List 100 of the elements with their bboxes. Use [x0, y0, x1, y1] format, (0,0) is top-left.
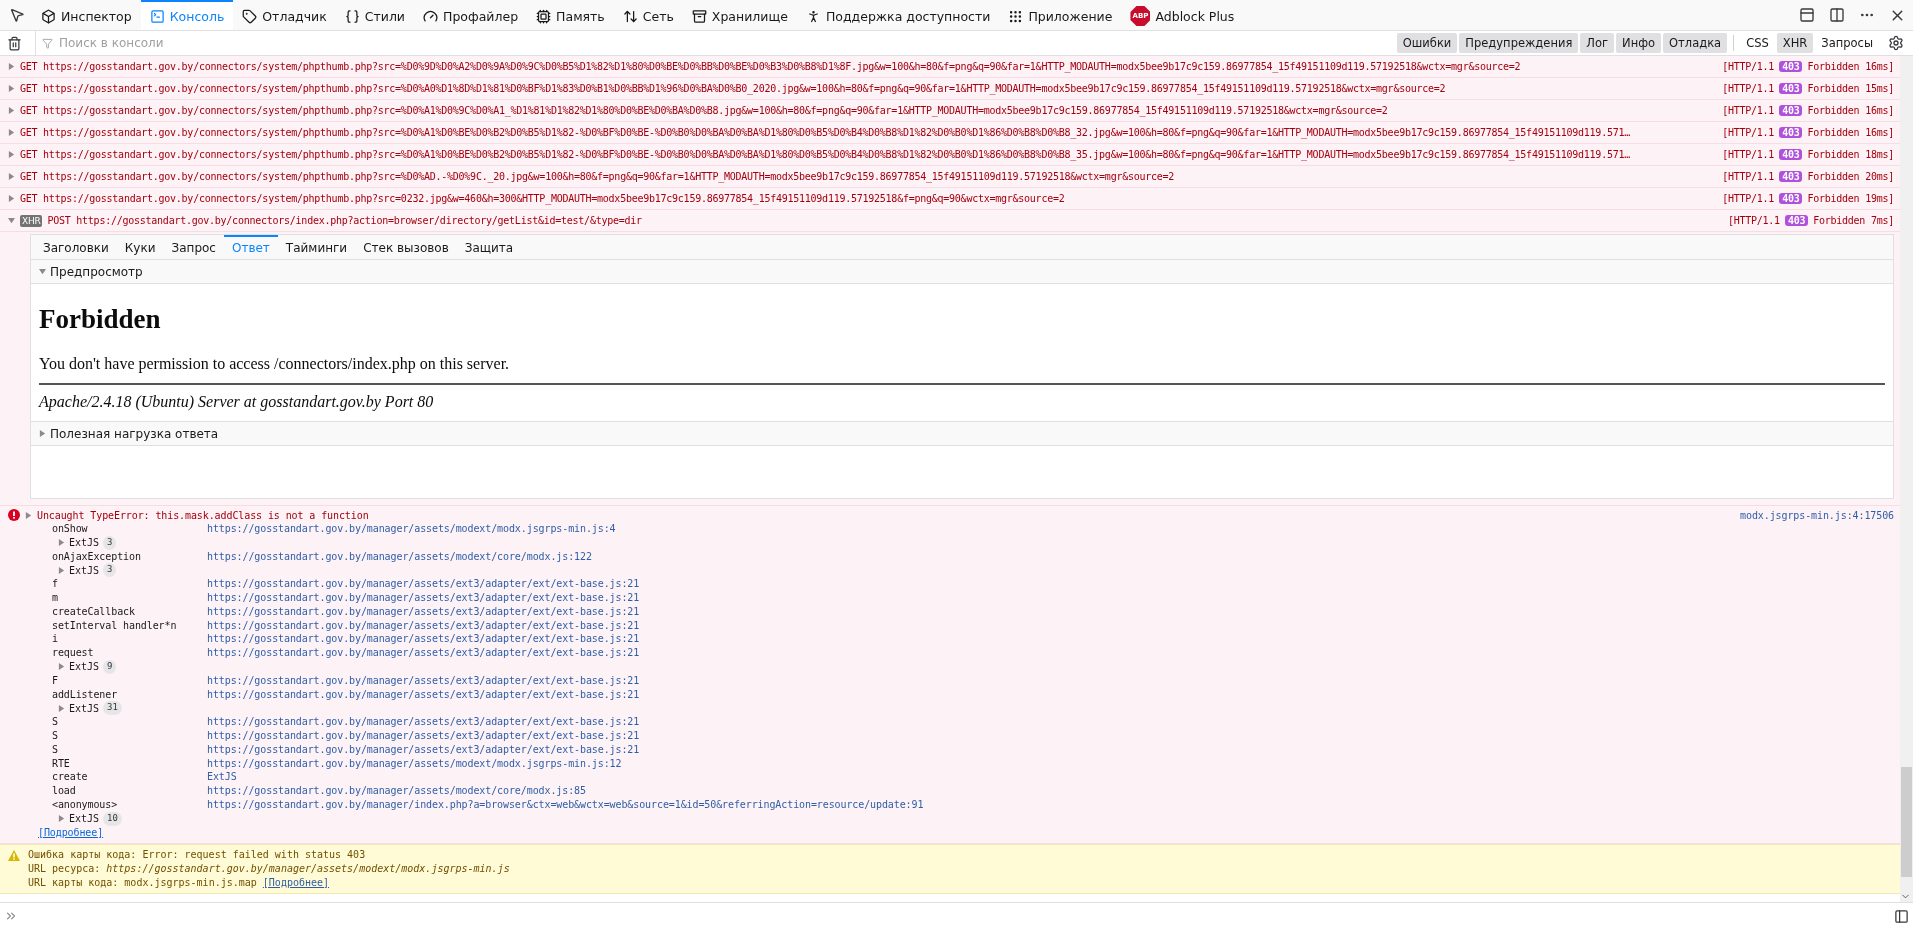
more-link[interactable]: [Подробнее] — [262, 876, 330, 888]
details-tab[interactable]: Защита — [456, 235, 522, 259]
level-filter-button[interactable]: Лог — [1580, 33, 1615, 53]
editor-mode-icon[interactable] — [1894, 908, 1909, 924]
network-request-row[interactable] — [0, 166, 1900, 188]
network-request-row[interactable]: XHR POST https://gosstandart.gov.by/connectors/index.php?action=browser/directory/getList&id=test/&type=dir [HTTP/1.1 403 Forbidden 7ms] — [0, 210, 1900, 232]
level-filter-button[interactable]: Инфо — [1616, 33, 1662, 53]
frame-location-link[interactable]: https://gosstandart.gov.by/manager/assets/ext3/adapter/ext/ext-base.js:21 — [207, 578, 640, 590]
frame-group-toggle[interactable]: ExtJS — [69, 661, 100, 673]
frame-location-link[interactable]: https://gosstandart.gov.by/manager/index.php?a=browser&ctx=web&wctx=web&source=1&id=50&referringAction=resource/update:91 — [207, 798, 924, 810]
trash-icon[interactable] — [7, 35, 22, 51]
devtools-tab[interactable]: Инспектор — [32, 0, 141, 30]
scrollbar[interactable] — [1900, 56, 1913, 902]
network-request-row[interactable] — [0, 122, 1900, 144]
devtools-tab[interactable]: Стили — [335, 0, 414, 30]
columns-icon[interactable] — [1829, 7, 1845, 23]
section-header[interactable]: Предпросмотр — [31, 260, 1893, 284]
frame-location-link[interactable]: https://gosstandart.gov.by/manager/assets/ext3/adapter/ext/ext-base.js:21 — [207, 688, 640, 700]
level-filter-button[interactable]: Отладка — [1663, 33, 1728, 53]
disclosure-triangle-icon[interactable] — [58, 815, 65, 823]
details-tab[interactable]: Запрос — [163, 235, 224, 259]
disclosure-triangle-icon[interactable] — [58, 704, 65, 712]
frame-location-link[interactable]: https://gosstandart.gov.by/manager/assets/modext/core/modx.js:85 — [207, 785, 586, 797]
request-text: GET https://gosstandart.gov.by/connectors/system/phpthumb.php?src=%D0%A1%D0%BE%D0%B2%D0%B5%D1%82-%D0%BF%D0%BE-%D0%B0%D0%BA%D0%BA%D1%80%D0%B5%D0%B4%D0%B8%D1%82%D0%B0%D1%86%D0%B8%D0%B8_32.jpg&w=100&h=80&f=png&q=90&far=1&HTTP_MODAUTH=modx5bee9b17c9c159.86977854_15f49151109d119.571… — [20, 127, 1631, 138]
disclosure-triangle-icon[interactable] — [8, 195, 15, 202]
source-link[interactable]: modx.jsgrps-min.js:4:17506 — [1740, 509, 1894, 521]
function-name: f — [52, 577, 59, 591]
frame-location-link[interactable]: https://gosstandart.gov.by/manager/assets/modext/core/modx.js:122 — [207, 550, 592, 562]
function-name: S — [52, 742, 59, 757]
disclosure-triangle-icon[interactable] — [8, 129, 15, 136]
level-filter-button[interactable]: Предупреждения — [1459, 33, 1579, 53]
braces-icon — [344, 8, 360, 24]
frame-location-link[interactable]: https://gosstandart.gov.by/manager/assets/ext3/adapter/ext/ext-base.js:21 — [207, 592, 640, 603]
request-text: GET https://gosstandart.gov.by/connectors/system/phpthumb.php?src=%D0%A1%D0%9C%D0%A1_%D1%81%D1%82%D1%80%D0%BE%D0%BA%D0%B8.jpg&w=100&h=80&f=png&q=90&far=1&HTTP_MODAUTH=modx5bee9b17c9c159.86977854_15f49151109d119.57192518&wctx=mgr&source=2 — [20, 105, 1389, 116]
details-tab[interactable]: Заголовки — [35, 235, 117, 259]
devtools-tab[interactable]: Сеть — [613, 0, 683, 30]
devtools-tab[interactable]: Отладчик — [233, 0, 336, 30]
request-text: POST https://gosstandart.gov.by/connectors/index.php?action=browser/directory/getList&id=test/&type=dir — [47, 215, 643, 226]
frame-location-link[interactable]: https://gosstandart.gov.by/manager/assets/modext/modx.jsgrps-min.js:4 — [207, 523, 616, 534]
request-filter-button[interactable]: Запросы — [1815, 33, 1879, 53]
disclosure-triangle-icon[interactable] — [39, 268, 46, 275]
disclosure-triangle-icon[interactable] — [8, 107, 15, 114]
chip-icon — [536, 8, 552, 24]
devtools-tab[interactable]: Хранилище — [682, 0, 797, 30]
frame-location-link[interactable]: https://gosstandart.gov.by/manager/assets/ext3/adapter/ext/ext-base.js:21 — [207, 743, 640, 755]
devtools-tab[interactable]: Консоль — [140, 0, 234, 30]
disclosure-triangle-icon[interactable] — [58, 566, 65, 574]
section-header[interactable]: Полезная нагрузка ответа — [31, 422, 1893, 446]
frame-location-link[interactable]: https://gosstandart.gov.by/manager/assets/modext/modx.jsgrps-min.js:12 — [207, 757, 622, 769]
disclosure-triangle-icon[interactable] — [8, 217, 15, 224]
disclosure-triangle-icon[interactable] — [8, 63, 15, 70]
devtools-tab[interactable]: Поддержка доступности — [796, 0, 1000, 30]
frame-location-link[interactable]: ExtJS — [207, 771, 237, 783]
network-request-row[interactable] — [0, 56, 1900, 78]
devtools-tab[interactable]: Память — [527, 0, 614, 30]
network-request-row[interactable] — [0, 188, 1900, 210]
network-request-row[interactable] — [0, 144, 1900, 166]
frame-location-link[interactable]: https://gosstandart.gov.by/manager/assets/ext3/adapter/ext/ext-base.js:21 — [207, 633, 640, 645]
devtools-tab[interactable]: Профайлер — [414, 0, 528, 30]
disclosure-triangle-icon[interactable] — [8, 85, 15, 92]
network-request-row[interactable] — [0, 78, 1900, 100]
panel-icon[interactable] — [1799, 7, 1815, 23]
request-filter-button[interactable]: XHR — [1776, 33, 1814, 53]
function-name: S — [52, 728, 59, 743]
up-down-arrows-icon — [622, 8, 638, 24]
more-link[interactable]: [Подробнее] — [38, 825, 104, 840]
disclosure-triangle-icon[interactable] — [58, 663, 65, 671]
network-request-row[interactable] — [0, 100, 1900, 122]
status-text: Forbidden 7ms] — [1813, 215, 1894, 226]
frame-location-link[interactable]: https://gosstandart.gov.by/manager/assets/ext3/adapter/ext/ext-base.js:21 — [207, 674, 640, 686]
disclosure-triangle-icon[interactable] — [58, 539, 65, 547]
details-tab[interactable]: Куки — [116, 235, 164, 259]
disclosure-triangle-icon[interactable] — [25, 511, 32, 519]
frame-group-toggle[interactable]: ExtJS — [69, 702, 100, 714]
frame-group-toggle[interactable]: ExtJS — [69, 564, 100, 576]
protocol-text: [HTTP/1.1 — [1722, 171, 1775, 182]
frame-location-link[interactable]: https://gosstandart.gov.by/manager/assets/ext3/adapter/ext/ext-base.js:21 — [207, 647, 640, 659]
status-text: Forbidden 20ms] — [1807, 171, 1894, 182]
devtools-tab[interactable]: Приложение — [999, 0, 1122, 30]
search-field[interactable]: Поиск в консоли — [57, 35, 1395, 51]
error-icon — [8, 509, 20, 521]
request-filter-button[interactable]: CSS — [1740, 33, 1775, 53]
frame-location-link[interactable]: https://gosstandart.gov.by/manager/assets/ext3/adapter/ext/ext-base.js:21 — [207, 619, 640, 631]
level-filter-button[interactable]: Ошибки — [1396, 33, 1458, 53]
pointer-icon[interactable] — [9, 7, 25, 23]
frame-group-toggle[interactable]: ExtJS — [69, 813, 100, 825]
frame-count: 10 — [103, 811, 122, 826]
disclosure-triangle-icon[interactable] — [8, 151, 15, 158]
frame-location-link[interactable]: https://gosstandart.gov.by/manager/assets/ext3/adapter/ext/ext-base.js:21 — [207, 716, 640, 728]
disclosure-triangle-icon[interactable] — [39, 430, 46, 437]
server-signature: Apache/2.4.18 (Ubuntu) Server at gosstandart.gov.by Port 80 — [39, 393, 435, 411]
settings-icon[interactable] — [1888, 35, 1904, 51]
frame-location-link[interactable]: https://gosstandart.gov.by/manager/assets/ext3/adapter/ext/ext-base.js:21 — [207, 729, 640, 741]
details-tab[interactable]: Стек вызовов — [355, 235, 457, 259]
function-name: create — [52, 770, 89, 785]
frame-group-toggle[interactable]: ExtJS — [69, 537, 100, 549]
scrollbar-thumb[interactable] — [1901, 767, 1912, 877]
frame-location-link[interactable]: https://gosstandart.gov.by/manager/assets/ext3/adapter/ext/ext-base.js:21 — [207, 605, 640, 617]
details-tab[interactable]: Тайминги — [277, 235, 356, 259]
disclosure-triangle-icon[interactable] — [8, 173, 15, 180]
